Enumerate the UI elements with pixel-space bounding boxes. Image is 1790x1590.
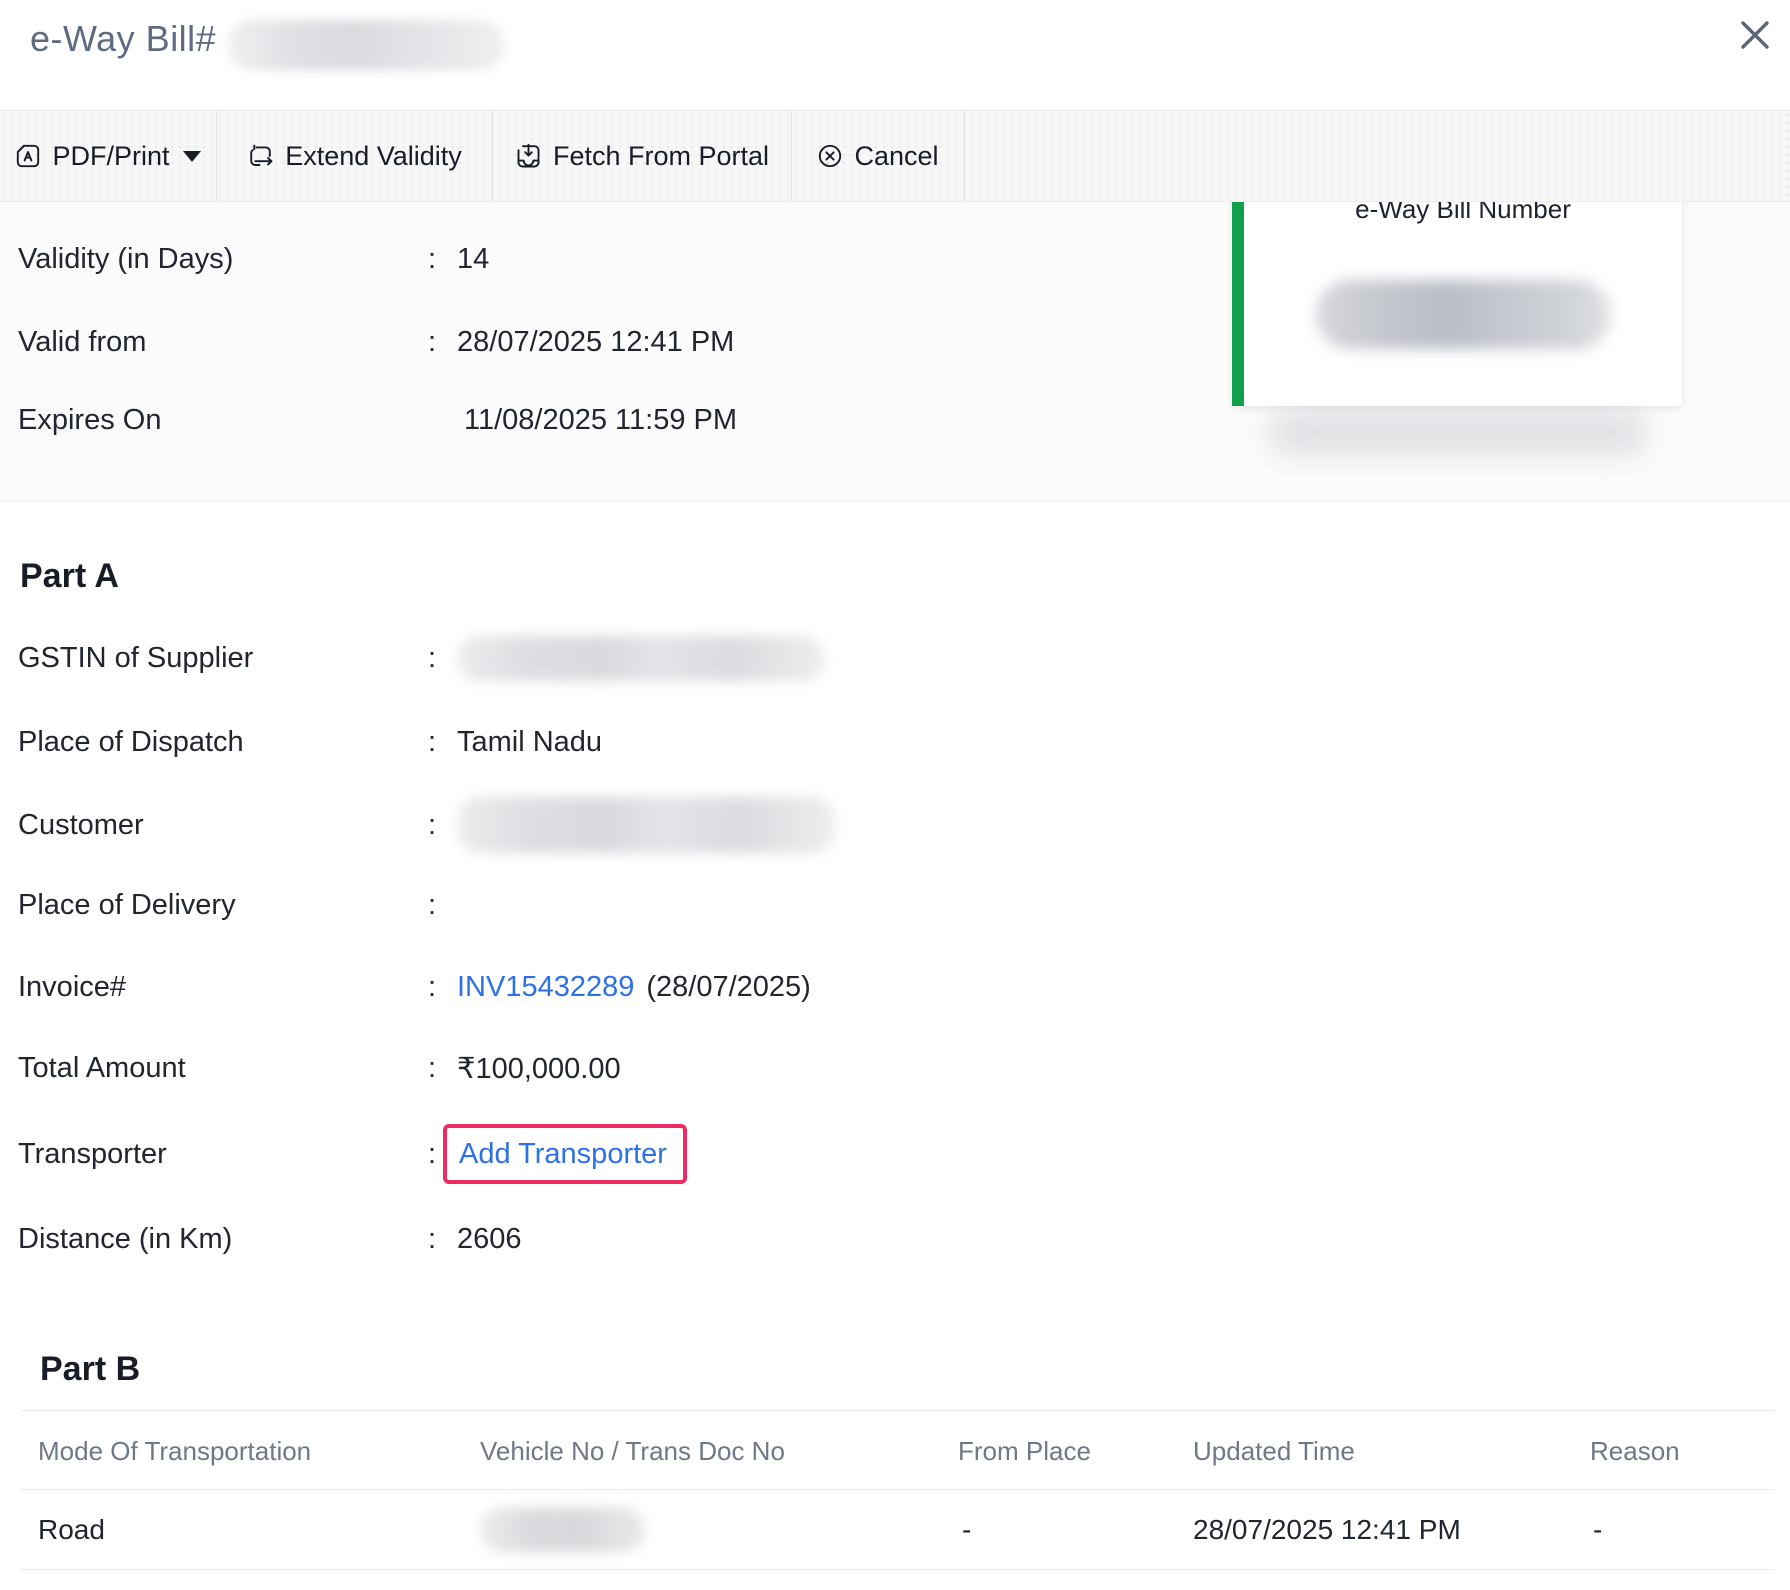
invoice-date-suffix: (28/07/2025) — [646, 971, 810, 1004]
col-from-place: From Place — [958, 1411, 1091, 1491]
mode-value: Road — [38, 1490, 105, 1570]
customer-row: Customer : — [18, 796, 835, 854]
fetch-from-portal-button[interactable]: Fetch From Portal — [493, 111, 792, 201]
validity-days-row: Validity (in Days) : 14 — [18, 237, 489, 281]
redacted-eway-bill-number — [1316, 280, 1611, 349]
chevron-down-icon — [183, 151, 201, 162]
extend-validity-icon — [247, 143, 274, 170]
distance-label: Distance (in Km) — [18, 1223, 428, 1256]
invoice-number-link[interactable]: INV15432289 — [457, 971, 634, 1004]
part-b-heading: Part B — [40, 1350, 140, 1389]
colon: : — [428, 1052, 457, 1085]
cancel-button[interactable]: Cancel — [792, 111, 965, 201]
place-of-delivery-row: Place of Delivery : — [18, 883, 457, 927]
updated-time-value: 28/07/2025 12:41 PM — [1193, 1490, 1461, 1570]
close-button[interactable] — [1732, 12, 1778, 58]
pdf-print-label: PDF/Print — [52, 141, 169, 172]
expires-on-value: 11/08/2025 11:59 PM — [464, 404, 737, 437]
col-vehicle-no: Vehicle No / Trans Doc No — [480, 1411, 785, 1491]
colon: : — [428, 1223, 457, 1256]
pdf-icon — [15, 143, 41, 169]
extend-validity-button[interactable]: Extend Validity — [217, 111, 493, 201]
bill-card-shadow — [1268, 408, 1648, 456]
modal-title: e-Way Bill# — [30, 18, 216, 60]
place-of-dispatch-label: Place of Dispatch — [18, 726, 428, 759]
add-transporter-highlight-box: Add Transporter — [443, 1124, 687, 1184]
colon: : — [428, 971, 457, 1004]
customer-label: Customer — [18, 809, 428, 842]
total-amount-row: Total Amount : ₹100,000.00 — [18, 1046, 621, 1090]
pdf-print-button[interactable]: PDF/Print — [0, 111, 217, 201]
place-of-dispatch-value: Tamil Nadu — [457, 726, 602, 759]
transporter-label: Transporter — [18, 1138, 428, 1171]
part-b-table-header: Mode Of Transportation Vehicle No / Tran… — [20, 1410, 1775, 1490]
gstin-supplier-label: GSTIN of Supplier — [18, 642, 428, 675]
extend-validity-label: Extend Validity — [285, 141, 462, 172]
from-place-value: - — [962, 1490, 971, 1570]
gstin-supplier-row: GSTIN of Supplier : — [18, 636, 825, 680]
redacted-bill-number — [227, 20, 505, 70]
valid-from-label: Valid from — [18, 326, 428, 359]
colon: : — [428, 326, 457, 359]
place-of-delivery-label: Place of Delivery — [18, 889, 428, 922]
part-a-heading: Part A — [20, 557, 119, 596]
cancel-label: Cancel — [854, 141, 938, 172]
cancel-circle-icon — [817, 143, 843, 169]
valid-from-value: 28/07/2025 12:41 PM — [457, 326, 734, 359]
colon: : — [428, 243, 457, 276]
reason-value: - — [1593, 1490, 1602, 1570]
valid-from-row: Valid from : 28/07/2025 12:41 PM — [18, 320, 734, 364]
modal-header: e-Way Bill# — [0, 0, 1790, 110]
invoice-label: Invoice# — [18, 971, 428, 1004]
fetch-from-portal-label: Fetch From Portal — [553, 141, 769, 172]
fetch-download-icon — [515, 143, 542, 170]
col-mode-of-transportation: Mode Of Transportation — [38, 1411, 311, 1491]
colon: : — [428, 726, 457, 759]
expires-on-row: Expires On 11/08/2025 11:59 PM — [18, 398, 737, 442]
expires-on-label: Expires On — [18, 404, 428, 437]
invoice-row: Invoice# : INV15432289 (28/07/2025) — [18, 965, 811, 1009]
total-amount-label: Total Amount — [18, 1052, 428, 1085]
part-b-table: Mode Of Transportation Vehicle No / Tran… — [20, 1410, 1775, 1570]
redacted-customer-value — [457, 797, 835, 853]
close-icon — [1739, 19, 1771, 51]
redacted-vehicle-number — [480, 1508, 645, 1552]
validity-days-label: Validity (in Days) — [18, 243, 428, 276]
toolbar: PDF/Print Extend Validity — [0, 110, 1790, 202]
distance-value: 2606 — [457, 1223, 522, 1256]
transporter-row: Transporter : Add Transporter — [18, 1124, 687, 1184]
col-updated-time: Updated Time — [1193, 1411, 1355, 1491]
validity-days-value: 14 — [457, 243, 489, 276]
col-reason: Reason — [1590, 1411, 1680, 1491]
total-amount-value: ₹100,000.00 — [457, 1051, 621, 1086]
add-transporter-link[interactable]: Add Transporter — [459, 1138, 667, 1171]
part-b-table-row: Road - 28/07/2025 12:41 PM - — [20, 1490, 1775, 1570]
colon: : — [428, 889, 457, 922]
redacted-gstin-value — [457, 636, 825, 681]
colon: : — [428, 809, 457, 842]
distance-row: Distance (in Km) : 2606 — [18, 1217, 522, 1261]
colon: : — [428, 642, 457, 675]
eway-bill-modal: e-Way Bill Number e-Way Bill# PDF/Pri — [0, 0, 1790, 1590]
place-of-dispatch-row: Place of Dispatch : Tamil Nadu — [18, 720, 602, 764]
